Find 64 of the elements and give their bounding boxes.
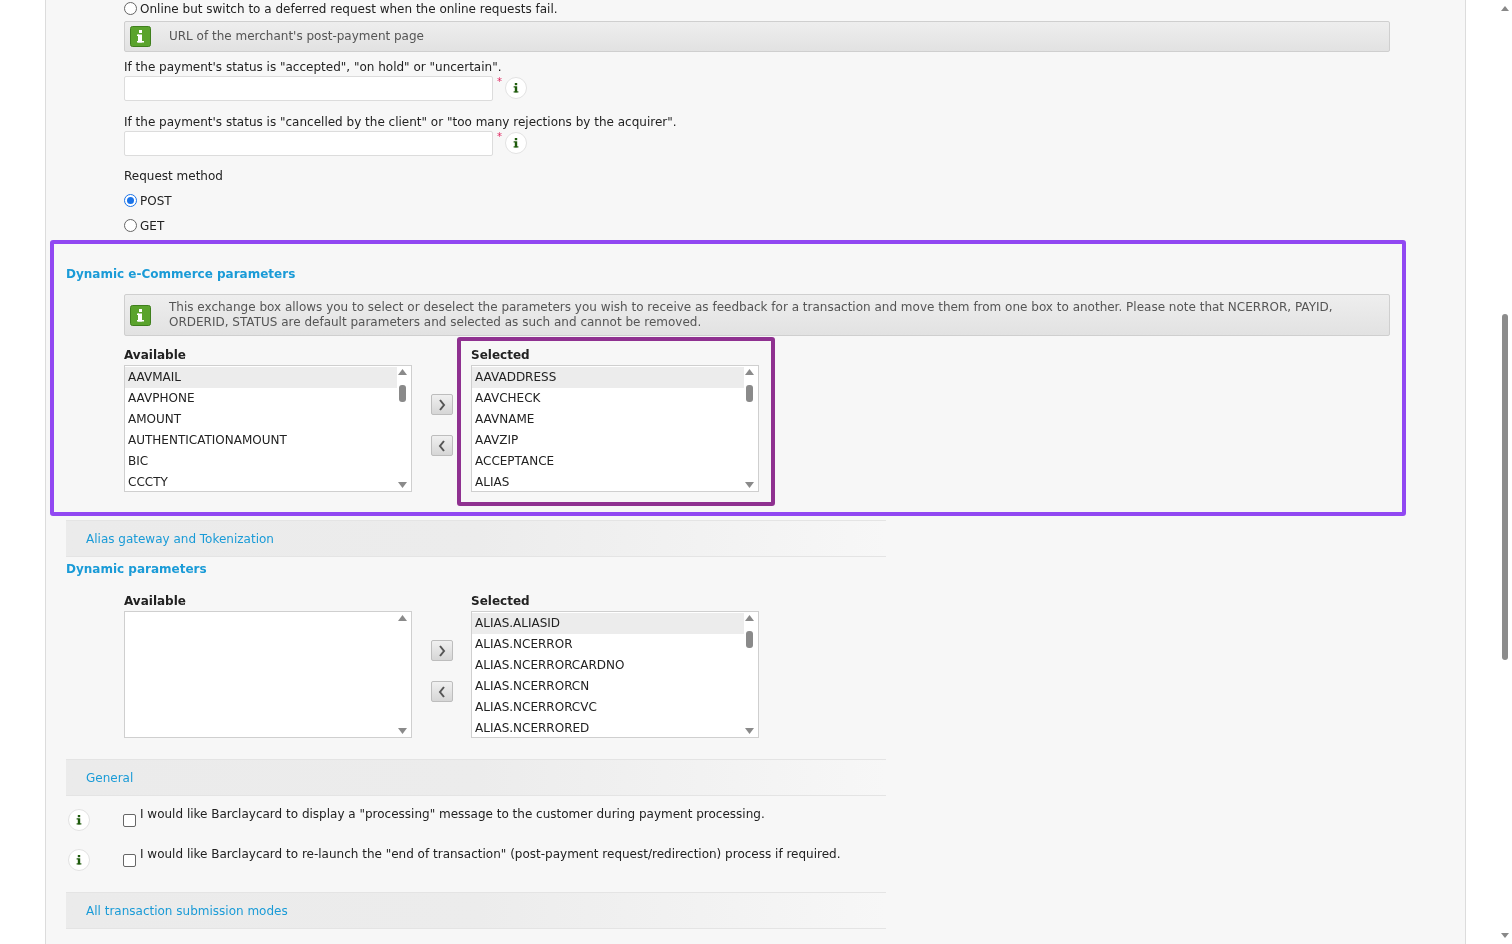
radio-button[interactable] (124, 194, 137, 207)
chevron-left-icon (436, 685, 447, 698)
checkbox-label: I would like Barclaycard to display a "processing" message to the customer during payment processing. (140, 806, 765, 823)
info-icon (505, 77, 527, 99)
list-box[interactable]: ALIAS.ALIASID ALIAS.NCERROR ALIAS.NCERRORCARDNO ALIAS.NCERRORCN ALIAS.NCERRORCVC ALIAS.NCERRORED (471, 611, 759, 738)
radio-label: GET (140, 217, 165, 235)
info-icon (68, 809, 90, 831)
section-title: General (86, 769, 134, 787)
list-box[interactable]: AAVADDRESS AAVCHECK AAVNAME AAVZIP ACCEPTANCE ALIAS (471, 365, 759, 492)
text-input[interactable] (124, 131, 493, 156)
list-option[interactable]: AAVZIP (472, 430, 744, 451)
info-icon (130, 26, 151, 47)
list-box[interactable]: AAVMAIL AAVPHONE AMOUNT AUTHENTICATIONAMOUNT BIC CCCTY (124, 365, 412, 492)
checkbox-label: I would like Barclaycard to re-launch the "end of transaction" (post-payment request/redirection) process if required. (140, 846, 841, 863)
text-input[interactable] (124, 76, 493, 101)
chevron-right-icon (436, 644, 447, 657)
list-option[interactable]: AMOUNT (125, 409, 397, 430)
section-title: Alias gateway and Tokenization (86, 530, 274, 548)
field-label: Request method (124, 168, 224, 185)
info-icon (130, 304, 151, 326)
list-heading: Selected (471, 347, 531, 364)
list-option[interactable]: ALIAS (472, 472, 744, 493)
info-text: This exchange box allows you to select or deselect the parameters you wish to receive as feedback for a transaction and move them from one box to another. Please note that NCERROR, PAYID, ORDERID, STATUS are default parameters and selected as such and cannot be removed. (169, 300, 1334, 330)
move-right-button[interactable] (430, 640, 453, 661)
list-option[interactable]: AUTHENTICATIONAMOUNT (125, 430, 397, 451)
list-option[interactable]: ALIAS.NCERRORED (472, 718, 744, 739)
chevron-right-icon (436, 398, 447, 411)
info-icon (505, 132, 527, 154)
move-left-button[interactable] (430, 435, 453, 456)
list-heading: Selected (471, 593, 531, 610)
section-subtitle: Dynamic parameters (66, 561, 208, 578)
info-text: URL of the merchant's post-payment page (169, 29, 424, 44)
list-option[interactable]: BIC (125, 451, 397, 472)
list-option[interactable]: AAVPHONE (125, 388, 397, 409)
chevron-left-icon (436, 439, 447, 452)
required-mark: * (497, 132, 502, 142)
field-label: If the payment's status is "accepted", "on hold" or "uncertain". (124, 59, 503, 76)
list-option[interactable]: ACCEPTANCE (472, 451, 744, 472)
list-heading: Available (124, 347, 187, 364)
list-heading: Available (124, 593, 187, 610)
radio-button[interactable] (124, 2, 137, 15)
checkbox[interactable] (123, 853, 136, 867)
radio-label: Online but switch to a deferred request when the online requests fail. (140, 0, 558, 18)
list-option[interactable]: ALIAS.NCERRORCVC (472, 697, 744, 718)
list-option[interactable]: AAVADDRESS (472, 367, 744, 388)
move-right-button[interactable] (430, 394, 453, 415)
scrollbar-drawing[interactable] (1500, 4, 1510, 940)
section-subtitle: Dynamic e-Commerce parameters (66, 266, 297, 283)
required-mark: * (497, 77, 502, 87)
list-option[interactable]: AAVCHECK (472, 388, 744, 409)
field-label: If the payment's status is "cancelled by the client" or "too many rejections by the acquirer". (124, 114, 678, 131)
list-option[interactable]: ALIAS.NCERROR (472, 634, 744, 655)
list-option[interactable]: AAVNAME (472, 409, 744, 430)
list-option[interactable]: AAVMAIL (125, 367, 397, 388)
list-option[interactable]: ALIAS.NCERRORCARDNO (472, 655, 744, 676)
checkbox[interactable] (123, 813, 136, 827)
info-icon (68, 849, 90, 871)
radio-label: POST (140, 192, 172, 210)
radio-button[interactable] (124, 219, 137, 232)
list-option[interactable]: ALIAS.ALIASID (472, 613, 744, 634)
list-option[interactable]: CCCTY (125, 472, 397, 493)
list-option[interactable]: ALIAS.NCERRORCN (472, 676, 744, 697)
section-title: All transaction submission modes (86, 902, 288, 920)
move-left-button[interactable] (430, 681, 453, 702)
